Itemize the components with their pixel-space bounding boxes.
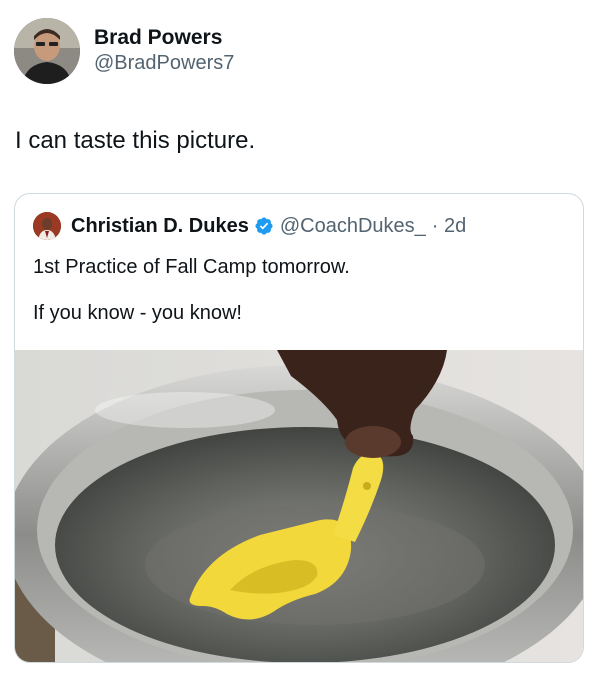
quoted-text-line-2: If you know - you know! [33, 302, 242, 324]
quoted-tweet[interactable]: Christian D. Dukes @CoachDukes_ · 2d 1st… [14, 193, 584, 663]
quoted-author-avatar[interactable] [33, 212, 61, 240]
author-handle[interactable]: @BradPowers7 [94, 50, 234, 76]
quoted-tweet-header: Christian D. Dukes @CoachDukes_ · 2d [33, 212, 466, 240]
quoted-media-photo[interactable] [15, 350, 584, 663]
tweet-header: Brad Powers @BradPowers7 [14, 18, 234, 84]
author-avatar-image [14, 18, 80, 84]
quoted-display-name[interactable]: Christian D. Dukes [71, 215, 249, 238]
quoted-text-line-1: 1st Practice of Fall Camp tomorrow. [33, 256, 350, 278]
verified-badge-icon [255, 217, 273, 235]
quoted-tweet-text: 1st Practice of Fall Camp tomorrow. If y… [33, 254, 350, 346]
author-display-name[interactable]: Brad Powers [94, 26, 234, 50]
tweet: Brad Powers @BradPowers7 I can taste thi… [0, 0, 599, 696]
quoted-handle[interactable]: @CoachDukes_ [280, 215, 426, 238]
quoted-avatar-image [33, 212, 61, 240]
quoted-timestamp[interactable]: · 2d [432, 215, 466, 238]
author-avatar[interactable] [14, 18, 80, 84]
tweet-text: I can taste this picture. [15, 127, 256, 154]
